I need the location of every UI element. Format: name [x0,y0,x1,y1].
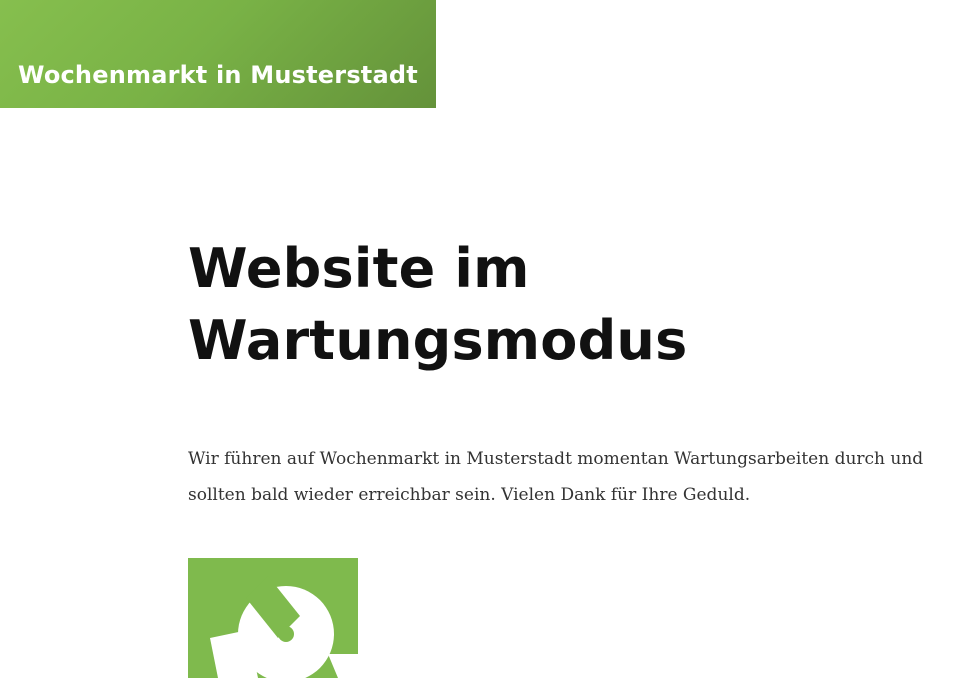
site-title[interactable]: Wochenmarkt in Musterstadt [18,58,418,92]
wrench-icon [210,576,358,678]
maintenance-illustration [188,558,358,678]
site-header: Wochenmarkt in Musterstadt [0,0,436,108]
maintenance-content: Website im Wartungsmodus Wir führen auf … [188,233,965,513]
page-title: Website im Wartungsmodus [188,237,688,372]
maintenance-message: Wir führen auf Wochenmarkt in Musterstad… [188,449,924,505]
